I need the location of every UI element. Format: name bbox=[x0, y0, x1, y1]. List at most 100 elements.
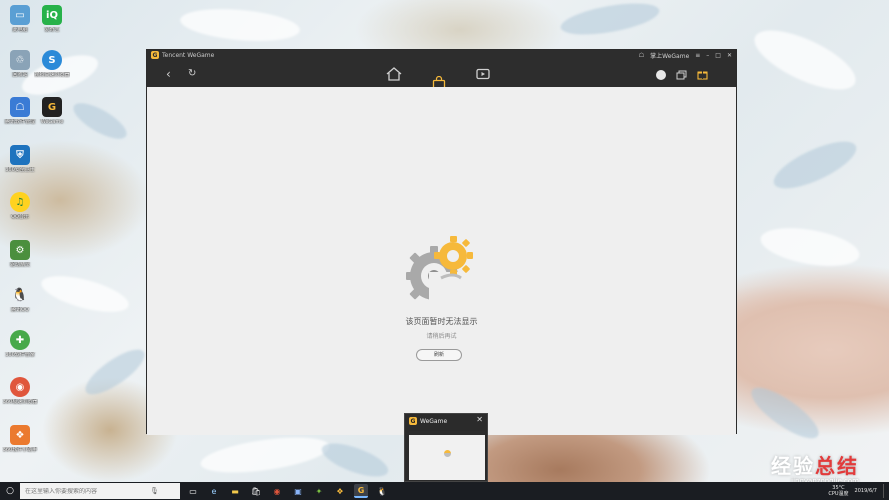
wegame-icon: G bbox=[42, 97, 62, 117]
desktop-icon-360-security[interactable]: ⛨ 360安全卫士 bbox=[2, 145, 38, 173]
store-content: 该页面暂时无法显示 请稍后再试 刷新 bbox=[147, 87, 736, 435]
chrome-icon[interactable]: ◉ bbox=[270, 484, 284, 498]
360-security-icon: ⛨ bbox=[10, 145, 30, 165]
app-brand: G Tencent WeGame bbox=[151, 51, 214, 59]
desktop-icon-label: 回收站 bbox=[12, 72, 28, 78]
feather-decoration bbox=[79, 342, 151, 402]
wegame-logo-icon: G bbox=[151, 51, 159, 59]
preview-header: G WeGame bbox=[409, 417, 447, 425]
gift-icon[interactable] bbox=[697, 69, 708, 80]
cpu-temperature[interactable]: 35°C CPU温度 bbox=[828, 485, 848, 497]
feather-decoration bbox=[767, 132, 863, 198]
monitor-icon[interactable]: ▣ bbox=[291, 484, 305, 498]
desktop-icon-tencent-manager[interactable]: ☖ 腾讯软件管理 bbox=[2, 97, 38, 125]
desktop-icon-label: 腾讯QQ bbox=[11, 307, 29, 313]
desktop-icon-label: 360软件小助手 bbox=[2, 447, 38, 453]
feather-decoration bbox=[558, 0, 662, 41]
360-assistant-icon: ❖ bbox=[10, 425, 30, 445]
desktop-icon-label: 360极速浏览器 bbox=[2, 399, 38, 405]
search-input[interactable] bbox=[25, 487, 145, 495]
desktop-icon-wegame[interactable]: G WeGame bbox=[34, 97, 70, 125]
maximize-button[interactable]: □ bbox=[715, 52, 721, 59]
watermark-logo-part-a: 经验 bbox=[771, 454, 815, 478]
cpu-temperature-label: CPU温度 bbox=[828, 491, 849, 497]
video-icon[interactable] bbox=[476, 68, 490, 80]
messages-icon[interactable] bbox=[676, 70, 687, 80]
game-booster-icon[interactable]: ✦ bbox=[312, 484, 326, 498]
mobile-wegame-icon[interactable]: ☖ bbox=[639, 52, 644, 59]
desktop-icon-recycle-bin[interactable]: ♲ 回收站 bbox=[2, 50, 38, 78]
driver-genius-icon: ⚙ bbox=[10, 240, 30, 260]
tencent-manager-icon: ☖ bbox=[10, 97, 30, 117]
microphone-icon[interactable]: 🎙 bbox=[150, 487, 159, 495]
titlebar-controls: ☖ 掌上WeGame ≡ – □ ✕ bbox=[639, 51, 732, 60]
wegame-window: G Tencent WeGame ☖ 掌上WeGame ≡ – □ ✕ ‹ ↻ … bbox=[146, 49, 737, 435]
refresh-button[interactable]: 刷新 bbox=[416, 349, 462, 361]
computer-icon: ▭ bbox=[10, 5, 30, 25]
feather-decoration bbox=[318, 436, 392, 482]
broken-gears-icon bbox=[406, 236, 475, 310]
taskbar-search[interactable]: 🎙 bbox=[20, 483, 180, 499]
desktop-icon-label: QQ音乐 bbox=[11, 214, 29, 220]
desktop-icon-this-pc[interactable]: ▭ 此电脑 bbox=[2, 5, 38, 33]
minimize-button[interactable]: – bbox=[706, 52, 709, 59]
wegame-logo-icon: G bbox=[409, 417, 417, 425]
feather-decoration bbox=[68, 96, 132, 146]
desktop-icon-label: 腾讯软件管理 bbox=[4, 119, 35, 125]
desktop-icon-qq-music[interactable]: ♫ QQ音乐 bbox=[2, 192, 38, 220]
desktop-icon-label: 爱奇艺 bbox=[44, 27, 60, 33]
preview-title: WeGame bbox=[420, 417, 448, 425]
desktop-icon-sogou-browser[interactable]: S 搜狗高速浏览器 bbox=[34, 50, 70, 78]
desktop-icon-label: WeGame bbox=[40, 119, 64, 125]
start-button[interactable]: ○ bbox=[4, 485, 16, 497]
taskbar-clock[interactable]: 2019/6/7 bbox=[855, 488, 877, 495]
window-titlebar[interactable]: G Tencent WeGame ☖ 掌上WeGame ≡ – □ ✕ bbox=[147, 50, 736, 62]
colorful-app-icon[interactable]: ❖ bbox=[333, 484, 347, 498]
preview-thumbnail[interactable] bbox=[409, 431, 485, 480]
desktop-icon-360-software-manager[interactable]: ✚ 360软件管家 bbox=[2, 330, 38, 358]
recycle-bin-icon: ♲ bbox=[10, 50, 30, 70]
avatar[interactable] bbox=[656, 69, 666, 80]
desktop-icon-label: 360软件管家 bbox=[5, 352, 35, 358]
desktop-icon-360-assistant[interactable]: ❖ 360软件小助手 bbox=[2, 425, 38, 453]
feather-decoration bbox=[757, 221, 863, 273]
desktop-icon-label: 驱动精灵 bbox=[9, 262, 30, 268]
mobile-wegame-link[interactable]: 掌上WeGame bbox=[650, 51, 689, 60]
settings-menu-icon[interactable]: ≡ bbox=[695, 52, 700, 59]
taskbar-pinned-apps: ▭ e ▬ 🛍 ◉ ▣ ✦ ❖ G 🐧 bbox=[186, 484, 389, 498]
taskbar-window-preview[interactable]: G WeGame ✕ bbox=[404, 413, 488, 482]
home-icon[interactable] bbox=[386, 67, 402, 81]
watermark-logo: 经验总结 bbox=[771, 450, 859, 479]
clock-date: 2019/6/7 bbox=[854, 487, 877, 494]
navbar-right-icons bbox=[656, 69, 708, 80]
feather-decoration bbox=[37, 268, 133, 320]
desktop-icon-label: 此电脑 bbox=[12, 27, 28, 33]
file-explorer-icon[interactable]: ▬ bbox=[228, 484, 242, 498]
site-watermark: 经验总结 jingyanzongjie.com bbox=[771, 450, 859, 485]
wegame-taskbar-icon[interactable]: G bbox=[354, 484, 368, 498]
desktop-icon-driver-genius[interactable]: ⚙ 驱动精灵 bbox=[2, 240, 38, 268]
sogou-browser-icon: S bbox=[42, 50, 62, 70]
store-icon[interactable]: 🛍 bbox=[249, 484, 263, 498]
refresh-icon[interactable]: ↻ bbox=[188, 67, 196, 81]
desktop-icon-iqiyi[interactable]: iQ 爱奇艺 bbox=[34, 5, 70, 33]
error-title: 该页面暂时无法显示 bbox=[405, 317, 478, 326]
feather-decoration bbox=[744, 379, 826, 447]
qq-music-icon: ♫ bbox=[10, 192, 30, 212]
feather-decoration bbox=[178, 4, 302, 46]
back-arrow-icon[interactable]: ‹ bbox=[166, 67, 171, 81]
close-button[interactable]: ✕ bbox=[727, 52, 732, 59]
show-desktop-button[interactable] bbox=[883, 484, 885, 498]
desktop-icon-tencent-qq[interactable]: 🐧 腾讯QQ bbox=[2, 285, 38, 314]
desktop-icon-360-browser[interactable]: ◉ 360极速浏览器 bbox=[2, 377, 38, 405]
system-tray: 35°C CPU温度 2019/6/7 bbox=[828, 482, 885, 500]
error-subtitle: 请稍后再试 bbox=[426, 333, 457, 340]
qq-penguin-icon: 🐧 bbox=[11, 287, 29, 303]
edge-icon[interactable]: e bbox=[207, 484, 221, 498]
preview-close-button[interactable]: ✕ bbox=[476, 415, 483, 424]
qq-taskbar-icon[interactable]: 🐧 bbox=[375, 484, 389, 498]
iqiyi-icon: iQ bbox=[42, 5, 62, 25]
app-brand-label: Tencent WeGame bbox=[162, 51, 215, 59]
task-view-icon[interactable]: ▭ bbox=[186, 484, 200, 498]
desktop-icon-label: 搜狗高速浏览器 bbox=[34, 72, 70, 78]
